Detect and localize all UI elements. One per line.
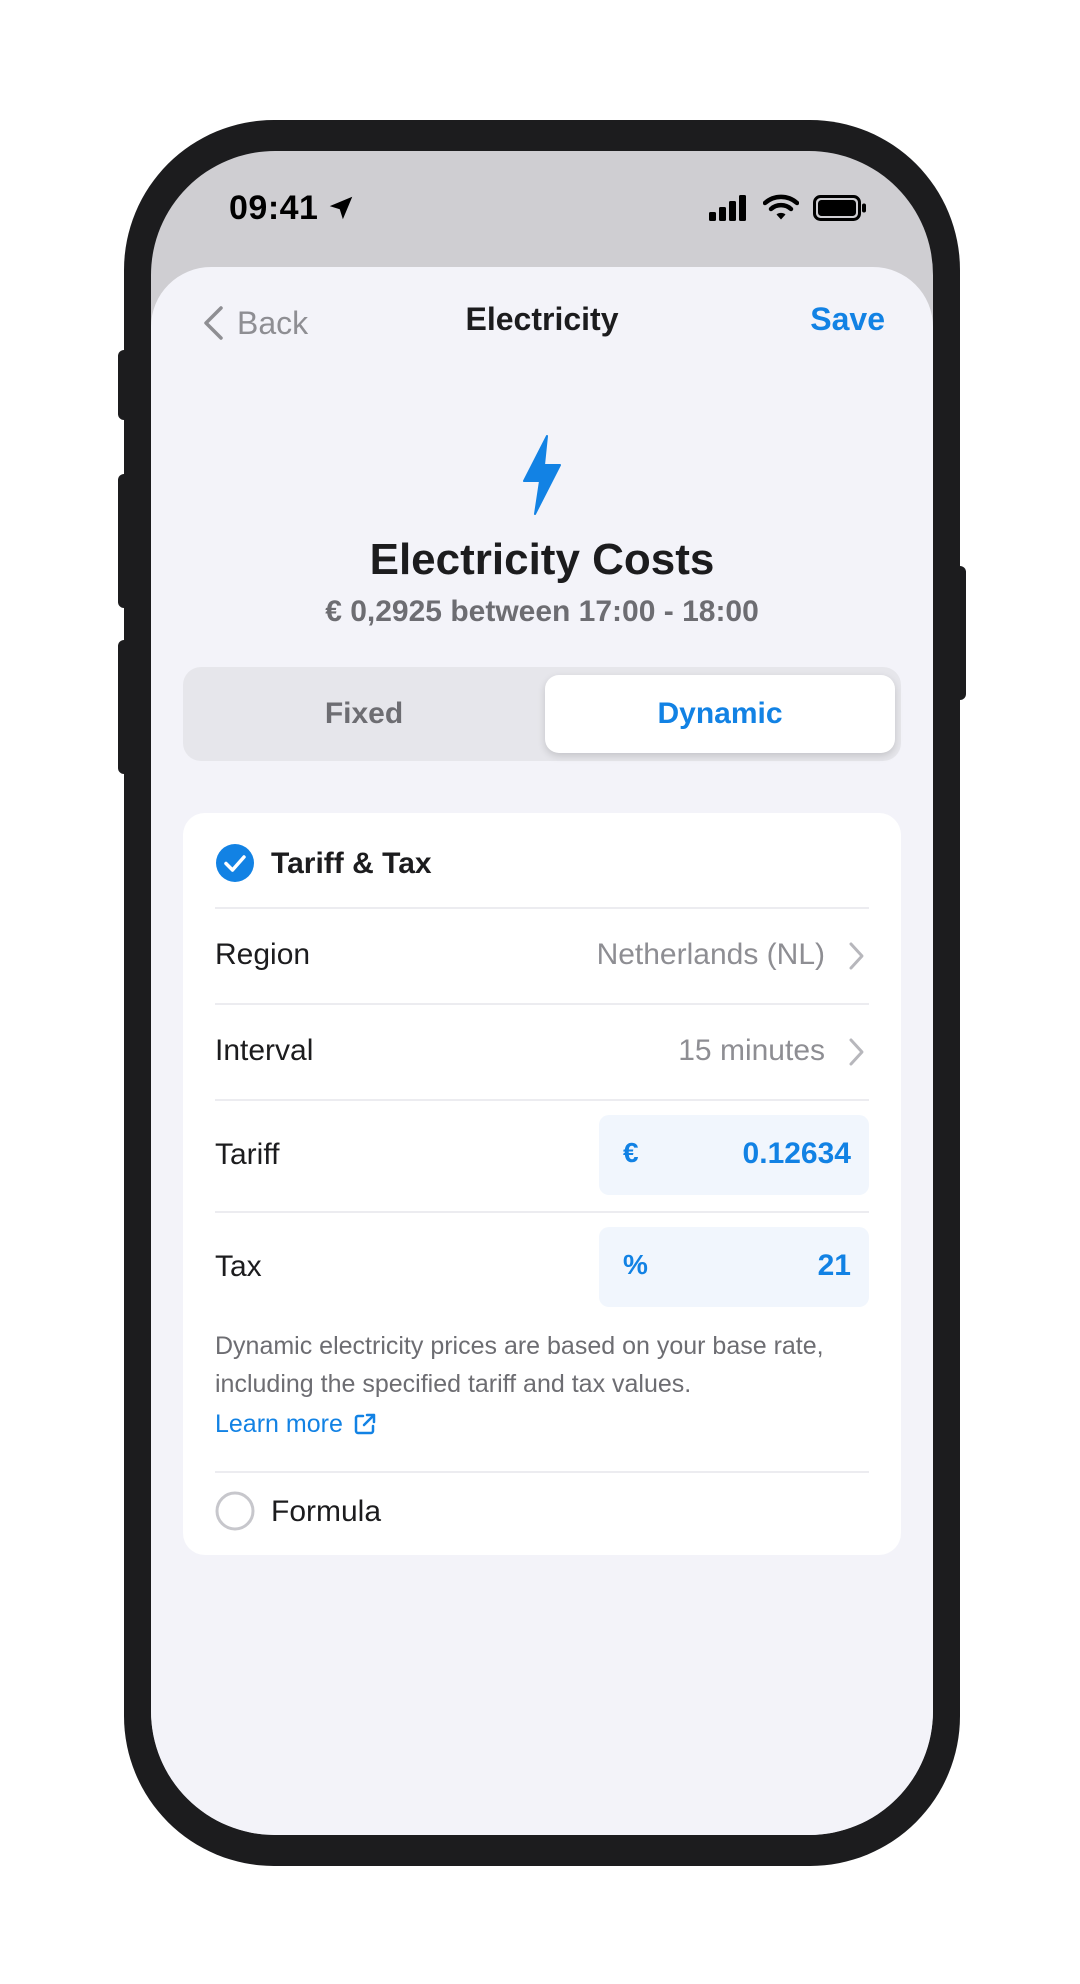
save-button[interactable]: Save [810, 301, 885, 338]
divider [215, 1471, 869, 1473]
tariff-value: 0.12634 [742, 1137, 851, 1170]
page-title: Electricity Costs [369, 535, 715, 584]
tax-row: Tax % 21 [215, 1227, 869, 1307]
price-subtitle: € 0,2925 between 17:00 - 18:00 [325, 595, 759, 628]
divider [215, 907, 869, 909]
tax-input[interactable]: % 21 [599, 1227, 869, 1307]
region-label: Region [215, 938, 311, 971]
region-row[interactable]: Region Netherlands (NL) [215, 933, 869, 977]
wifi-icon [763, 194, 799, 220]
battery-icon [813, 195, 866, 221]
radio-circle-icon [215, 1491, 255, 1531]
tax-label: Tax [215, 1250, 262, 1283]
tariff-input[interactable]: € 0.12634 [599, 1115, 869, 1195]
help-text: Dynamic electricity prices are based on … [215, 1332, 824, 1398]
chevron-right-icon [849, 1038, 864, 1066]
tax-value: 21 [817, 1249, 851, 1282]
region-value: Netherlands (NL) [596, 938, 825, 971]
interval-value: 15 minutes [678, 1034, 825, 1067]
lightning-bolt-icon [523, 435, 561, 515]
learn-more-label: Learn more [215, 1409, 343, 1438]
settings-sheet: Back Electricity Save Electricity Costs … [151, 267, 933, 1835]
pricing-mode-segmented-control: Fixed Dynamic [183, 667, 901, 761]
divider [215, 1211, 869, 1213]
location-arrow-icon [329, 196, 353, 220]
segment-dynamic[interactable]: Dynamic [545, 675, 895, 753]
divider [215, 1003, 869, 1005]
tariff-settings-card: Tariff & Tax Region Netherlands (NL) Int… [183, 813, 901, 1555]
nav-bar: Back Electricity Save [151, 267, 933, 367]
formula-option[interactable]: Formula [215, 1489, 869, 1533]
segment-fixed[interactable]: Fixed [189, 675, 539, 753]
tariff-label: Tariff [215, 1138, 280, 1171]
tariff-tax-label: Tariff & Tax [271, 847, 432, 880]
status-time: 09:41 [229, 189, 319, 227]
status-bar: 09:41 [151, 151, 933, 271]
divider [215, 1099, 869, 1101]
learn-more-link[interactable]: Learn more [215, 1405, 377, 1443]
phone-screen: 09:41 Back Electricity Save Electricity … [151, 151, 933, 1835]
tariff-row: Tariff € 0.12634 [215, 1115, 869, 1195]
interval-label: Interval [215, 1034, 314, 1067]
checkmark-circle-icon [216, 844, 254, 882]
external-link-icon [354, 1413, 376, 1435]
euro-prefix: € [623, 1137, 639, 1168]
cellular-signal-icon [709, 195, 746, 221]
formula-label: Formula [271, 1495, 382, 1528]
interval-row[interactable]: Interval 15 minutes [215, 1029, 869, 1073]
percent-prefix: % [623, 1249, 648, 1280]
chevron-right-icon [849, 942, 864, 970]
tariff-tax-option[interactable]: Tariff & Tax [215, 841, 869, 885]
